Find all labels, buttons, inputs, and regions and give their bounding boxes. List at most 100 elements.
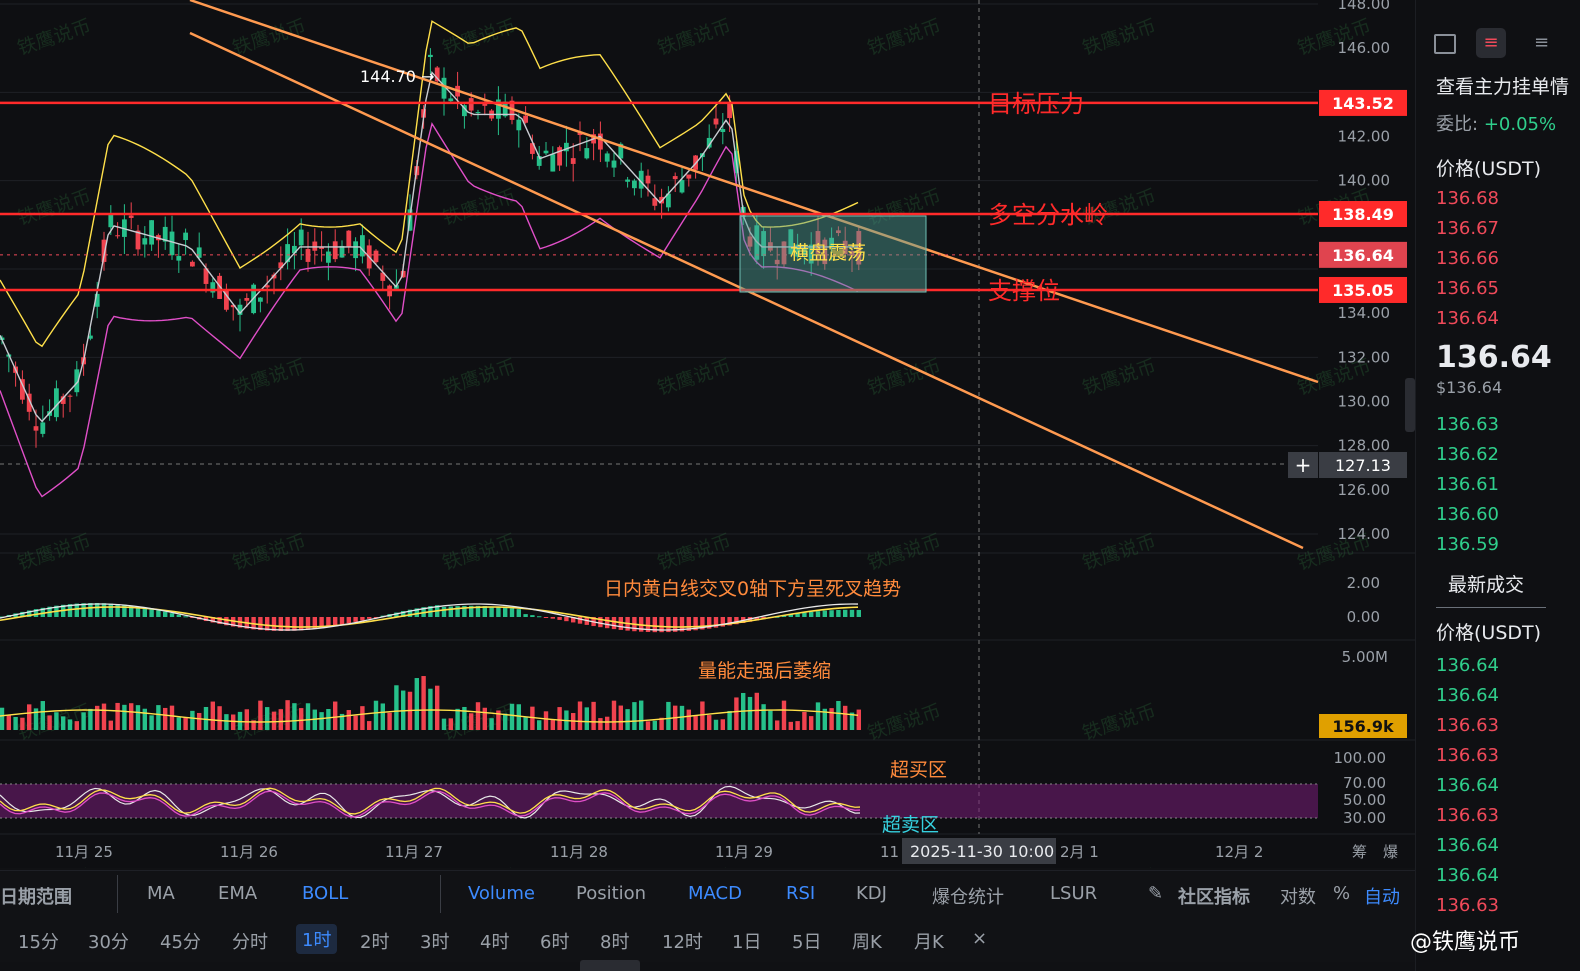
bid-price[interactable]: 136.62 [1436,444,1499,465]
community-indicators-button[interactable]: 社区指标 [1178,883,1250,909]
indicator-boll[interactable]: BOLL [302,883,348,904]
volume-bar [836,700,841,730]
watermark: 铁鹰说币 [1080,355,1159,399]
timeframe-1[interactable]: 30分 [88,928,129,954]
macd-bar [285,617,290,631]
volume-bar [625,709,630,730]
edit-icon[interactable]: ✎ [1148,883,1163,904]
brand-watermark: @铁鹰说币 [1410,930,1521,955]
y-tick-label: 124.00 [1338,525,1391,543]
timeframe-2[interactable]: 45分 [160,928,201,954]
timeframe-13[interactable]: 周K [852,928,882,954]
volume-bar [244,709,249,730]
level-tag-text-1: 138.49 [1332,205,1394,224]
candle-body [516,119,522,131]
timeframe-8[interactable]: 6时 [540,928,569,954]
indicator-rsi[interactable]: RSI [786,883,815,904]
candle-body [550,154,556,172]
timeframe-9[interactable]: 8时 [600,928,629,954]
indicator-ma[interactable]: MA [147,883,175,904]
watermark: 铁鹰说币 [1080,15,1159,59]
macd-bar [849,609,855,617]
level-tag-text-2: 135.05 [1332,281,1394,300]
rsi-tick: 70.00 [1343,774,1386,792]
bid-price[interactable]: 136.61 [1436,474,1499,495]
timeframe-0[interactable]: 15分 [18,928,59,954]
volume-bar [197,712,202,730]
watermark: 铁鹰说币 [865,15,944,59]
indicator-ema[interactable]: EMA [218,883,257,904]
volume-bar [645,721,651,730]
volume-bar [20,717,25,730]
ask-price[interactable]: 136.64 [1436,308,1499,329]
bid-price[interactable]: 136.60 [1436,504,1499,525]
expand-handle[interactable] [580,960,640,971]
y-tick-label: 134.00 [1338,304,1391,322]
trade-price: 136.63 [1436,715,1499,736]
volume-bar [421,676,426,730]
indicator-kdj[interactable]: KDJ [856,883,887,904]
chart-area[interactable]: 铁鹰说币 铁鹰说币 铁鹰说币 铁鹰说币 铁鹰说币 铁鹰说币 铁鹰说币 铁鹰说币 铁鹰说币 铁鹰说币… [0,0,1415,868]
rsi-oversold-label: 超卖区 [882,814,939,836]
last-price: 136.64 [1436,340,1552,375]
volume-bar [156,705,161,730]
close-icon[interactable]: × [972,928,987,949]
log-scale-toggle[interactable]: 对数 [1280,883,1316,909]
macd-bar [163,611,168,617]
indicator-爆仓统计[interactable]: 爆仓统计 [932,883,1004,909]
timeframe-12[interactable]: 5日 [792,928,821,954]
volume-bar [135,705,141,730]
timeframe-11[interactable]: 1日 [732,928,761,954]
layout-icon[interactable] [1434,34,1456,54]
ask-price[interactable]: 136.68 [1436,188,1499,209]
boll-lower-line [0,121,859,498]
y-tick-label: 126.00 [1338,481,1391,499]
panel-collapse-handle[interactable] [1405,378,1415,432]
candle-body [33,426,39,431]
timeframe-5[interactable]: 2时 [360,928,389,954]
volume-bar [605,716,610,730]
latest-trades-title[interactable]: 最新成交 [1448,570,1524,597]
bid-price[interactable]: 136.63 [1436,414,1499,435]
volume-bar [693,715,698,730]
watermark: 铁鹰说币 [1080,700,1159,744]
candle-body [149,220,154,245]
timeframe-3[interactable]: 分时 [232,928,268,954]
indicator-lsur[interactable]: LSUR [1050,883,1097,904]
timeframe-14[interactable]: 月K [914,928,944,954]
timeframe-7[interactable]: 4时 [480,928,509,954]
price-chart[interactable]: 铁鹰说币 铁鹰说币 铁鹰说币 铁鹰说币 铁鹰说币 铁鹰说币 铁鹰说币铁鹰说币 铁鹰说币 铁鹰说币… [0,0,1415,868]
timeframe-4[interactable]: 1时 [296,924,338,954]
percent-scale-toggle[interactable]: % [1333,883,1350,904]
bid-price[interactable]: 136.59 [1436,534,1499,555]
ask-price[interactable]: 136.65 [1436,278,1499,299]
ratio-label: 委比: +0.05% [1436,114,1557,135]
auto-scale-toggle[interactable]: 自动 [1364,883,1400,909]
candle-body [475,112,481,114]
timeframe-6[interactable]: 3时 [420,928,449,954]
ratio-value: +0.05% [1483,114,1557,135]
volume-bar [788,721,793,730]
last-price-usd: $136.64 [1436,378,1503,397]
indicator-position[interactable]: Position [576,883,646,904]
candle-body [679,180,685,193]
candle-body [183,232,188,241]
volume-bar [115,702,120,730]
macd-bar [815,611,821,617]
ask-price[interactable]: 136.66 [1436,248,1499,269]
indicator-volume[interactable]: Volume [468,883,535,904]
date-range-button[interactable]: 日期范围 [0,883,72,909]
order-book-header[interactable]: 查看主力挂单情 [1436,72,1569,99]
timeframe-10[interactable]: 12时 [662,928,703,954]
ask-price[interactable]: 136.67 [1436,218,1499,239]
book-list-icon[interactable]: ≡ [1534,32,1549,53]
x-tick-label: 11月 29 [715,843,773,861]
book-both-icon[interactable]: ≡ [1476,28,1506,58]
candle-body [428,54,433,58]
volume-bar [727,710,732,730]
volume-bar [271,711,277,730]
volume-bar [333,701,338,730]
indicator-macd[interactable]: MACD [688,883,742,904]
volume-tick: 5.00M [1342,648,1388,666]
trade-price: 136.63 [1436,895,1499,916]
